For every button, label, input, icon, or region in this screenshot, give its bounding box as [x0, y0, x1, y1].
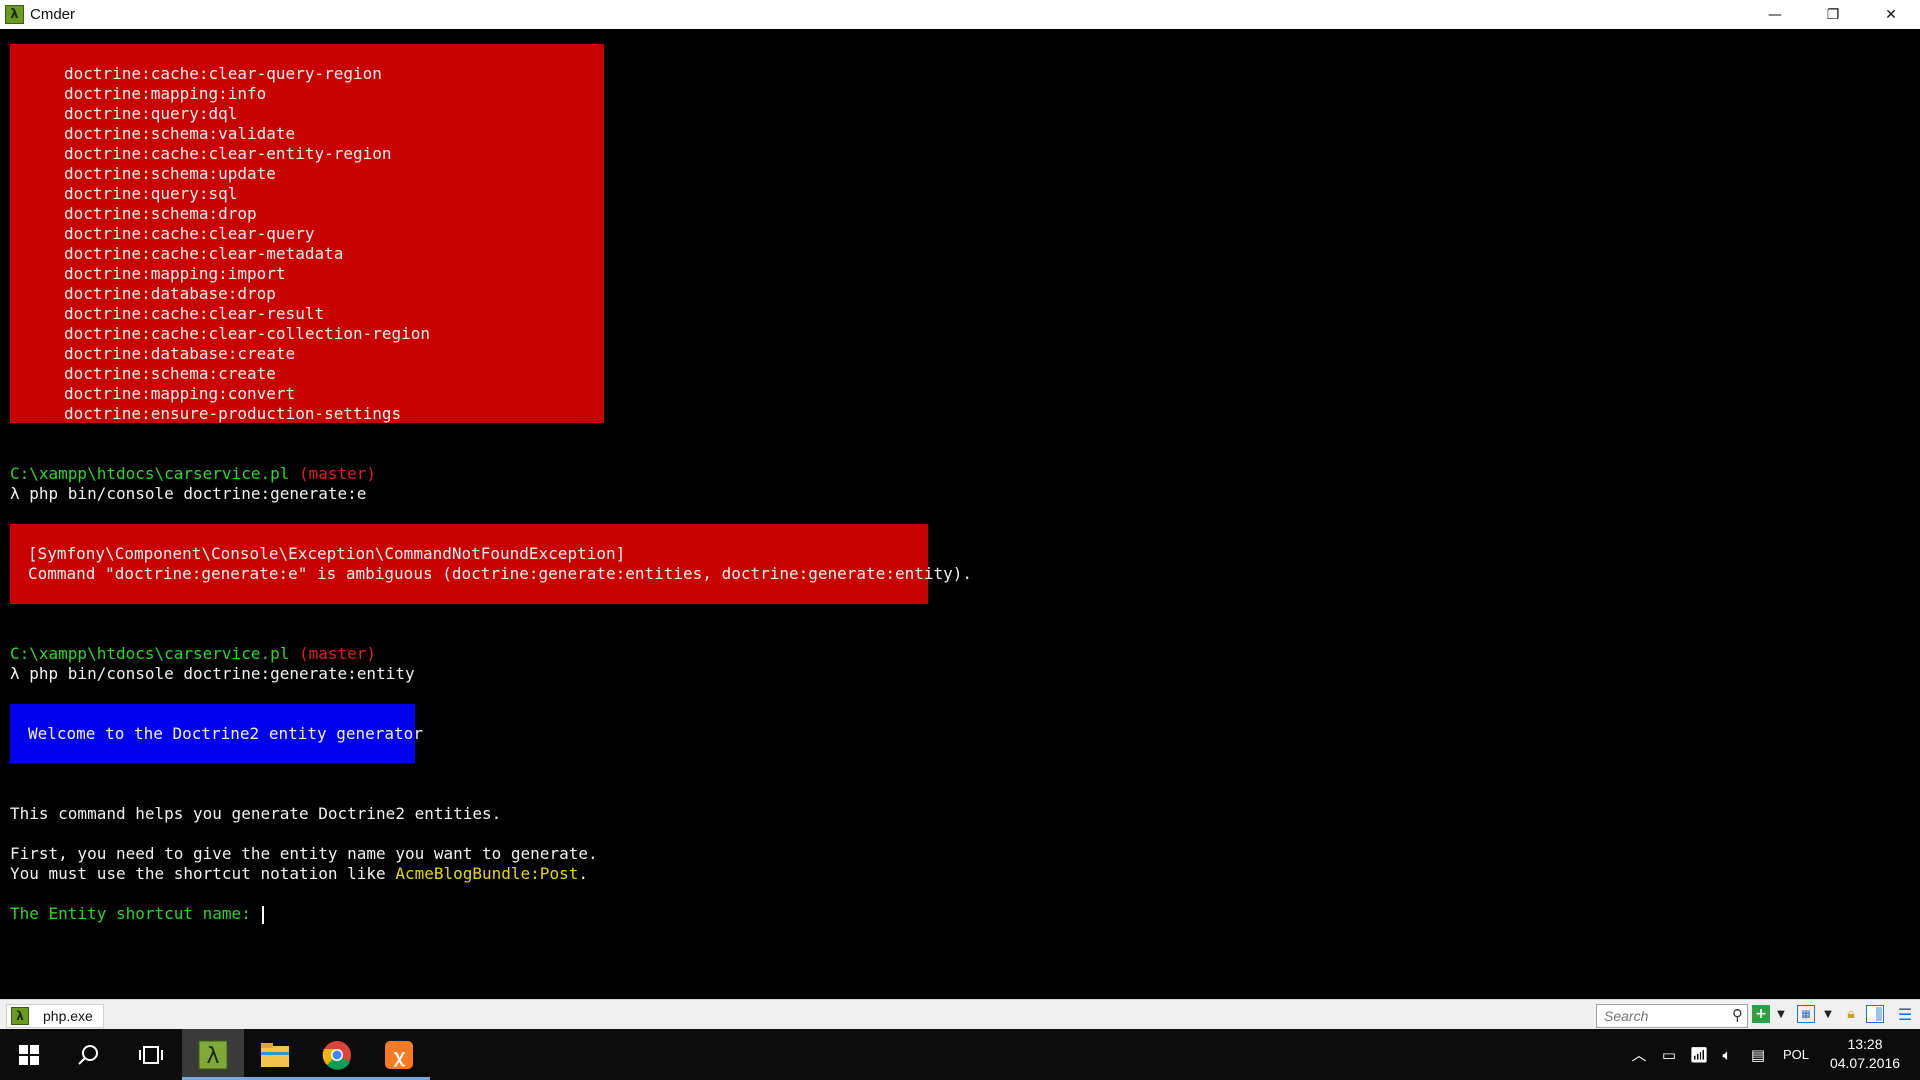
- shortcut-example: AcmeBlogBundle:Post: [395, 864, 579, 883]
- prompt-line-2: C:\xampp\htdocs\carservice.pl (master): [10, 644, 376, 664]
- welcome-text: Welcome to the Doctrine2 entity generato…: [28, 724, 423, 743]
- layout-icon[interactable]: [1866, 1005, 1884, 1023]
- wifi-icon[interactable]: 📶︎: [1685, 1029, 1713, 1080]
- search-field[interactable]: ⚲: [1596, 1004, 1748, 1028]
- battery-icon[interactable]: ▭: [1655, 1029, 1683, 1080]
- dropdown-icon[interactable]: ▼: [1819, 1005, 1837, 1023]
- action-center-icon[interactable]: ▤: [1743, 1029, 1773, 1080]
- clock-date: 04.07.2016: [1829, 1055, 1901, 1071]
- help-text-2: First, you need to give the entity name …: [10, 844, 598, 863]
- windows-taskbar: λ ꭓ ︿ ▭ 📶︎ 🔈︎ ▤ POL 13:28 04.07.2016: [0, 1029, 1920, 1080]
- cmder-logo-icon: λ: [5, 5, 24, 24]
- command-list-item: doctrine:cache:clear-collection-region: [64, 324, 431, 343]
- menu-icon[interactable]: ☰: [1896, 1005, 1914, 1024]
- command-line-1: λ php bin/console doctrine:generate:e: [10, 484, 367, 503]
- language-indicator[interactable]: POL: [1778, 1029, 1814, 1080]
- command-list-item: doctrine:query:dql: [64, 104, 238, 123]
- command-list-item: doctrine:mapping:info: [64, 84, 267, 103]
- command-list-item: doctrine:database:create: [64, 344, 296, 363]
- command-list-item: doctrine:cache:clear-metadata: [64, 244, 344, 263]
- command-list-item: doctrine:schema:create: [64, 364, 276, 383]
- help-text-3: You must use the shortcut notation like …: [10, 864, 588, 883]
- task-view-icon[interactable]: [120, 1029, 182, 1080]
- cmder-tabbar: λ php.exe ⚲ + ▼ ▦ ▼ 🔒︎ ☰: [0, 999, 1920, 1030]
- command-list-item: doctrine:schema:update: [64, 164, 276, 183]
- command-list-item: doctrine:database:drop: [64, 284, 276, 303]
- cmder-tab-icon: λ: [11, 1007, 29, 1025]
- entity-name-prompt[interactable]: The Entity shortcut name:: [10, 904, 265, 924]
- window-titlebar: λ Cmder — ❐ ✕: [0, 0, 1920, 29]
- volume-icon[interactable]: 🔈︎: [1713, 1029, 1741, 1080]
- prompt-line-1: C:\xampp\htdocs\carservice.pl (master): [10, 464, 376, 484]
- minimize-button[interactable]: —: [1746, 0, 1804, 29]
- show-hidden-icons-icon[interactable]: ︿: [1625, 1029, 1653, 1080]
- error-title: [Symfony\Component\Console\Exception\Com…: [28, 544, 626, 563]
- error-message: Command "doctrine:generate:e" is ambiguo…: [28, 564, 973, 583]
- prompt-branch: (master): [299, 644, 377, 663]
- cmder-icon[interactable]: λ: [182, 1029, 244, 1080]
- layout-pane: [1876, 1007, 1882, 1021]
- clock-time: 13:28: [1847, 1036, 1883, 1052]
- new-console-icon[interactable]: +: [1752, 1005, 1770, 1023]
- lock-icon[interactable]: 🔒︎: [1842, 1005, 1860, 1023]
- search-input[interactable]: [1602, 1007, 1728, 1025]
- tab-label: php.exe: [43, 1008, 93, 1024]
- xampp-icon[interactable]: ꭓ: [368, 1029, 430, 1080]
- prompt-branch: (master): [299, 464, 377, 483]
- prompt-path: C:\xampp\htdocs\carservice.pl: [10, 464, 290, 483]
- search-icon[interactable]: ⚲: [1732, 1006, 1743, 1024]
- console-output[interactable]: doctrine:cache:clear-query-region doctrin…: [0, 29, 1920, 999]
- command-list-item: doctrine:ensure-production-settings: [64, 404, 402, 423]
- command-line-2: λ php bin/console doctrine:generate:enti…: [10, 664, 415, 683]
- restore-button[interactable]: ❐: [1804, 0, 1862, 29]
- command-list-item: doctrine:schema:drop: [64, 204, 257, 223]
- svg-text:λ: λ: [206, 1044, 219, 1069]
- command-list-item: doctrine:mapping:convert: [64, 384, 296, 403]
- clock[interactable]: 13:28 04.07.2016: [1815, 1035, 1915, 1073]
- window-controls: — ❐ ✕: [1746, 0, 1920, 29]
- window-title: Cmder: [30, 6, 76, 23]
- text-cursor: [262, 905, 265, 924]
- question-label: The Entity shortcut name:: [10, 904, 261, 923]
- command-list-item: doctrine:schema:validate: [64, 124, 296, 143]
- command-list-item: doctrine:cache:clear-result: [64, 304, 325, 323]
- command-list-item: doctrine:cache:clear-query-region: [64, 64, 382, 83]
- command-list-item: doctrine:mapping:import: [64, 264, 286, 283]
- command-list-item: doctrine:query:sql: [64, 184, 238, 203]
- help-text-1: This command helps you generate Doctrine…: [10, 804, 502, 823]
- windows-start-icon[interactable]: [0, 1029, 58, 1080]
- command-list-item: doctrine:cache:clear-entity-region: [64, 144, 392, 163]
- dropdown-icon[interactable]: ▼: [1772, 1005, 1790, 1023]
- file-explorer-icon[interactable]: [244, 1029, 306, 1080]
- split-view-icon[interactable]: ▦: [1797, 1005, 1815, 1023]
- tab-php-exe[interactable]: λ php.exe: [6, 1004, 104, 1028]
- command-list-item: doctrine:cache:clear-query: [64, 224, 315, 243]
- prompt-path: C:\xampp\htdocs\carservice.pl: [10, 644, 290, 663]
- close-button[interactable]: ✕: [1862, 0, 1920, 29]
- chrome-icon[interactable]: [306, 1029, 368, 1080]
- search-icon[interactable]: [58, 1029, 120, 1080]
